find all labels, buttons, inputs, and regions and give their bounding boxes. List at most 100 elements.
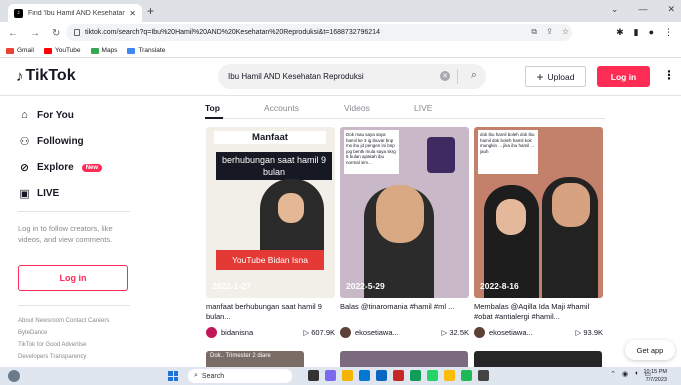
bookmark-gmail[interactable]: Gmail: [6, 47, 34, 54]
weather-icon[interactable]: [8, 370, 20, 382]
extension-icons: ✱ ▮ ● ⋮: [616, 27, 673, 38]
tab-videos[interactable]: Videos: [344, 103, 370, 113]
new-badge: New: [81, 163, 103, 172]
bookmark-maps[interactable]: Maps: [90, 47, 117, 54]
app-icon[interactable]: [376, 370, 387, 381]
sidebar-divider-2: [18, 305, 130, 306]
play-icon: ▷: [441, 328, 450, 337]
spotify-icon[interactable]: [461, 370, 472, 381]
login-prompt-text: Log in to follow creators, like videos, …: [18, 224, 113, 244]
close-tab-icon[interactable]: ✕: [129, 9, 136, 18]
taskbar-apps: [308, 370, 489, 381]
sidebar-panel-icon[interactable]: ▮: [634, 27, 639, 38]
tab-accounts[interactable]: Accounts: [264, 103, 299, 113]
username[interactable]: ekosetiawa...: [489, 328, 576, 337]
tab-top[interactable]: Top: [205, 103, 220, 113]
whatsapp-icon[interactable]: [427, 370, 438, 381]
search-input[interactable]: Ibu Hamil AND Kesehatan Reproduksi ✕ ⌕: [218, 64, 486, 89]
back-icon[interactable]: ←: [8, 28, 18, 39]
sidebar-item-for-you[interactable]: ⌂ For You: [18, 109, 74, 121]
store-icon[interactable]: [359, 370, 370, 381]
sidebar-item-live[interactable]: ▣ LIVE: [18, 187, 59, 200]
forward-icon[interactable]: →: [30, 28, 40, 39]
edge-icon[interactable]: [410, 370, 421, 381]
windows-start-icon[interactable]: [168, 371, 178, 381]
task-view-icon[interactable]: [308, 370, 319, 381]
avatar[interactable]: [206, 327, 217, 338]
maps-icon: [90, 47, 99, 54]
reload-icon[interactable]: ↻: [52, 28, 60, 39]
mcafee-icon[interactable]: [393, 370, 404, 381]
bookmark-youtube[interactable]: YouTube: [43, 47, 81, 54]
footer-line-3[interactable]: TikTok for Good Advertise: [18, 339, 136, 351]
view-count: 607.9K: [311, 328, 335, 337]
close-window-icon[interactable]: ✕: [667, 4, 675, 15]
footer-line-4[interactable]: Developers Transparency: [18, 351, 136, 363]
menu-kebab-icon[interactable]: ⋮: [664, 27, 673, 38]
volume-icon[interactable]: ◖: [634, 370, 638, 378]
star-icon[interactable]: ☆: [562, 27, 569, 37]
thumbnail-comment-note: dok ibu hamil boleh dok ibu hamil dok bo…: [478, 130, 538, 174]
extension-puzzle-icon[interactable]: ✱: [616, 27, 624, 38]
chrome-icon[interactable]: [444, 370, 455, 381]
login-button[interactable]: Log in: [597, 66, 650, 87]
tab-live[interactable]: LIVE: [414, 103, 432, 113]
search-icon[interactable]: ⌕: [471, 69, 477, 82]
minimize-icon[interactable]: —: [638, 4, 647, 15]
video-thumbnail[interactable]: Manfaat berhubungan saat hamil 9 bulan Y…: [206, 127, 335, 298]
app-icon-2[interactable]: [478, 370, 489, 381]
avatar[interactable]: [474, 327, 485, 338]
get-app-button[interactable]: Get app: [625, 340, 675, 360]
profile-icon[interactable]: ●: [649, 27, 654, 38]
sidebar-item-following[interactable]: ⚇ Following: [18, 135, 84, 148]
chevron-up-icon[interactable]: ⌃: [610, 370, 616, 378]
more-options-icon[interactable]: ⋮: [663, 68, 675, 82]
video-thumbnail-peek[interactable]: Dok.. Trimester 2 diare: [206, 351, 304, 367]
video-thumbnail[interactable]: dok ibu hamil boleh dok ibu hamil dok bo…: [474, 127, 603, 298]
username[interactable]: ekosetiawa...: [355, 328, 442, 337]
url-field[interactable]: tiktok.com/search?q=Ibu%20Hamil%20AND%20…: [66, 24, 572, 41]
upload-button[interactable]: + Upload: [525, 66, 586, 87]
search-divider: [457, 69, 458, 84]
username[interactable]: bidanisna: [221, 328, 303, 337]
install-icon[interactable]: ⧉: [531, 27, 537, 37]
taskbar-search[interactable]: ⌕ Search: [188, 369, 292, 383]
video-date: 2022-1-27: [212, 281, 251, 291]
video-thumbnail-peek[interactable]: [340, 351, 468, 367]
thumbnail-face-man: [552, 183, 590, 227]
file-explorer-icon[interactable]: [342, 370, 353, 381]
tiktok-header: ♪ TikTok Ibu Hamil AND Kesehatan Reprodu…: [0, 58, 681, 96]
play-icon: ▷: [575, 328, 584, 337]
chat-icon[interactable]: [325, 370, 336, 381]
video-description[interactable]: Membalas @Aqilla Ida Maji #hamil #obat #…: [474, 302, 603, 322]
window-controls: ⌄ — ✕: [611, 4, 675, 15]
video-thumbnail-peek[interactable]: [474, 351, 602, 367]
chevron-down-icon[interactable]: ⌄: [611, 4, 619, 15]
clear-search-icon[interactable]: ✕: [440, 71, 450, 81]
tiktok-logo[interactable]: ♪ TikTok: [16, 67, 76, 85]
footer-line-2[interactable]: ByteDance: [18, 327, 136, 339]
gmail-icon: [6, 47, 14, 54]
sidebar-item-explore[interactable]: ⊘ Explore New: [18, 161, 103, 174]
share-icon[interactable]: ⇪: [546, 27, 553, 37]
video-description[interactable]: Balas @tinaromania #hamil #ml ...: [340, 302, 469, 322]
windows-taskbar: ⌕ Search ⌃ ◉ ◖ ▭ 10:15 PM 7/7/2023: [0, 367, 681, 385]
video-card[interactable]: Manfaat berhubungan saat hamil 9 bulan Y…: [206, 127, 335, 338]
sidebar: ⌂ For You ⚇ Following ⊘ Explore New ▣ LI…: [0, 97, 140, 367]
video-thumbnail[interactable]: Dok mau saya saya hamil ke 3 ig ibuvaI b…: [340, 127, 469, 298]
new-tab-icon[interactable]: +: [147, 4, 154, 18]
avatar[interactable]: [340, 327, 351, 338]
bookmark-translate[interactable]: Translate: [127, 47, 165, 54]
video-card[interactable]: Dok mau saya saya hamil ke 3 ig ibuvaI b…: [340, 127, 469, 338]
wifi-icon[interactable]: ◉: [622, 370, 628, 378]
video-card[interactable]: dok ibu hamil boleh dok ibu hamil dok bo…: [474, 127, 603, 338]
video-date: 2022-5-29: [346, 281, 385, 291]
video-description[interactable]: manfaat berhubungan saat hamil 9 bulan..…: [206, 302, 335, 322]
omnibox-actions: ⧉ ⇪ ☆: [531, 27, 569, 37]
sidebar-login-button[interactable]: Log in: [18, 265, 128, 291]
footer-line-1[interactable]: About Newsroom Contact Careers: [18, 315, 136, 327]
browser-tab[interactable]: ♪ Find 'Ibu Hamil AND Kesehatan R ✕: [8, 4, 142, 22]
browser-tab-title: Find 'Ibu Hamil AND Kesehatan R: [28, 9, 126, 17]
compass-icon: ⊘: [19, 162, 30, 174]
taskbar-clock[interactable]: 10:15 PM 7/7/2023: [643, 368, 667, 384]
